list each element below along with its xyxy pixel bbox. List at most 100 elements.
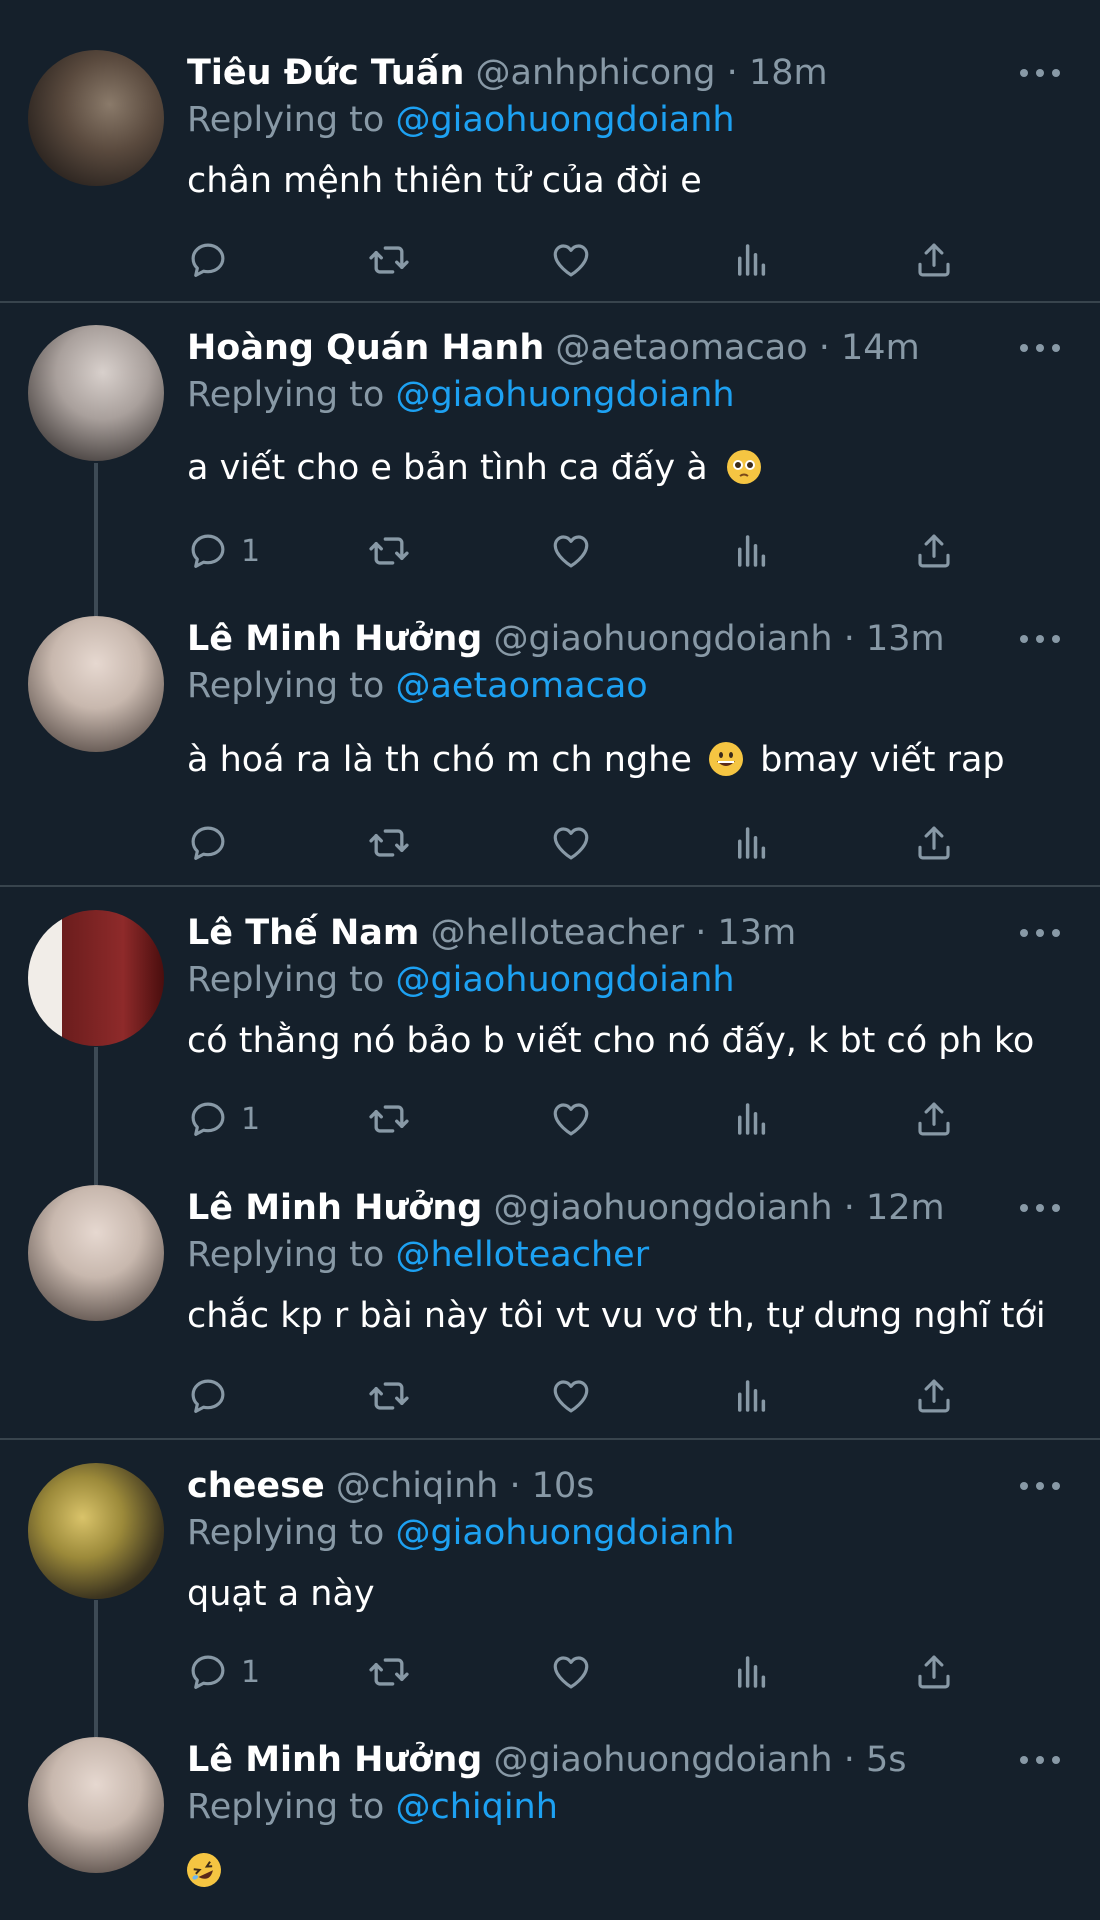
reply-mention-link[interactable]: @giaohuongdoianh bbox=[395, 1513, 734, 1553]
author-name[interactable]: Lê Minh Hưởng bbox=[187, 1740, 482, 1780]
timestamp[interactable]: 13m bbox=[866, 619, 945, 659]
like-button[interactable] bbox=[550, 1371, 592, 1421]
reply-button[interactable]: 1 bbox=[187, 1094, 260, 1144]
tweet[interactable]: Hoàng Quán Hanh @aetaomacao · 14m Replyi… bbox=[0, 303, 1100, 593]
more-icon[interactable] bbox=[1020, 51, 1060, 95]
analytics-button[interactable] bbox=[731, 1647, 773, 1697]
tweet[interactable]: cheese @chiqinh · 10s Replying to @giaoh… bbox=[0, 1440, 1100, 1716]
reply-button[interactable] bbox=[187, 1371, 241, 1421]
author-name[interactable]: Tiêu Đức Tuấn bbox=[187, 53, 464, 93]
avatar[interactable] bbox=[28, 1737, 164, 1873]
reply-button[interactable]: 1 bbox=[187, 1647, 260, 1697]
timestamp[interactable]: 13m bbox=[718, 913, 797, 953]
retweet-button[interactable] bbox=[367, 526, 411, 576]
analytics-button[interactable] bbox=[731, 1094, 773, 1144]
replying-to: Replying to @giaohuongdoianh bbox=[187, 98, 735, 142]
reply-mention-link[interactable]: @helloteacher bbox=[395, 1235, 649, 1275]
avatar[interactable] bbox=[28, 616, 164, 752]
heart-icon bbox=[550, 1375, 592, 1417]
reply-mention-link[interactable]: @aetaomacao bbox=[395, 666, 647, 706]
like-button[interactable] bbox=[550, 235, 592, 285]
tweet-header: Lê Minh Hưởng @giaohuongdoianh · 12m bbox=[187, 1186, 980, 1230]
analytics-button[interactable] bbox=[731, 1371, 773, 1421]
avatar[interactable] bbox=[28, 910, 164, 1046]
retweet-icon bbox=[367, 238, 411, 282]
analytics-button[interactable] bbox=[731, 818, 773, 868]
reply-count: 1 bbox=[241, 1654, 261, 1690]
share-button[interactable] bbox=[913, 818, 955, 868]
tweet[interactable]: Lê Minh Hưởng @giaohuongdoianh · 12m Rep… bbox=[0, 1165, 1100, 1438]
like-button[interactable] bbox=[550, 818, 592, 868]
more-icon[interactable] bbox=[1020, 1738, 1060, 1782]
analytics-button[interactable] bbox=[731, 235, 773, 285]
tweet-actions bbox=[187, 235, 967, 285]
author-handle[interactable]: @giaohuongdoianh bbox=[493, 1740, 832, 1780]
reply-mention-link[interactable]: @giaohuongdoianh bbox=[395, 100, 734, 140]
author-handle[interactable]: @helloteacher bbox=[430, 913, 684, 953]
reply-mention-link[interactable]: @chiqinh bbox=[395, 1787, 557, 1827]
share-icon bbox=[913, 239, 955, 281]
reply-mention-link[interactable]: @giaohuongdoianh bbox=[395, 960, 734, 1000]
heart-icon bbox=[550, 822, 592, 864]
like-button[interactable] bbox=[550, 1094, 592, 1144]
timestamp[interactable]: 18m bbox=[749, 53, 828, 93]
author-name[interactable]: Lê Thế Nam bbox=[187, 913, 419, 953]
tweet[interactable]: Lê Minh Hưởng @giaohuongdoianh · 5s Repl… bbox=[0, 1716, 1100, 1916]
retweet-button[interactable] bbox=[367, 818, 411, 868]
author-handle[interactable]: @anhphicong bbox=[476, 53, 716, 93]
author-name[interactable]: cheese bbox=[187, 1466, 325, 1506]
like-button[interactable] bbox=[550, 526, 592, 576]
reply-mention-link[interactable]: @giaohuongdoianh bbox=[395, 375, 734, 415]
tweet-header: Hoàng Quán Hanh @aetaomacao · 14m bbox=[187, 326, 980, 370]
share-icon bbox=[913, 530, 955, 572]
analytics-button[interactable] bbox=[731, 526, 773, 576]
analytics-icon bbox=[731, 530, 773, 572]
timestamp[interactable]: 5s bbox=[866, 1740, 907, 1780]
tweet[interactable]: Lê Minh Hưởng @giaohuongdoianh · 13m Rep… bbox=[0, 593, 1100, 885]
author-handle[interactable]: @aetaomacao bbox=[555, 328, 807, 368]
avatar[interactable] bbox=[28, 50, 164, 186]
retweet-button[interactable] bbox=[367, 1371, 411, 1421]
replying-to-label: Replying to bbox=[187, 1235, 385, 1275]
timestamp[interactable]: 10s bbox=[532, 1466, 595, 1506]
tweet-text: a viết cho e bản tình ca đấy à bbox=[187, 448, 708, 488]
tweet-actions: 1 bbox=[187, 526, 967, 576]
more-icon[interactable] bbox=[1020, 911, 1060, 955]
author-name[interactable]: Lê Minh Hưởng bbox=[187, 619, 482, 659]
reply-icon bbox=[187, 1375, 229, 1417]
share-button[interactable] bbox=[913, 1371, 955, 1421]
tweet[interactable]: Tiêu Đức Tuấn @anhphicong · 18m Replying… bbox=[0, 28, 1100, 301]
like-button[interactable] bbox=[550, 1647, 592, 1697]
reply-button[interactable]: 1 bbox=[187, 526, 260, 576]
more-icon[interactable] bbox=[1020, 1464, 1060, 1508]
author-handle[interactable]: @chiqinh bbox=[336, 1466, 498, 1506]
timestamp[interactable]: 12m bbox=[866, 1188, 945, 1228]
more-icon[interactable] bbox=[1020, 326, 1060, 370]
tweet-actions bbox=[187, 818, 967, 868]
author-name[interactable]: Hoàng Quán Hanh bbox=[187, 328, 544, 368]
share-button[interactable] bbox=[913, 235, 955, 285]
share-button[interactable] bbox=[913, 1647, 955, 1697]
avatar[interactable] bbox=[28, 1463, 164, 1599]
tweet-header: cheese @chiqinh · 10s bbox=[187, 1464, 980, 1508]
author-name[interactable]: Lê Minh Hưởng bbox=[187, 1188, 482, 1228]
reply-button[interactable] bbox=[187, 818, 241, 868]
retweet-button[interactable] bbox=[367, 1647, 411, 1697]
tweet-header: Lê Minh Hưởng @giaohuongdoianh · 5s bbox=[187, 1738, 980, 1782]
author-handle[interactable]: @giaohuongdoianh bbox=[493, 619, 832, 659]
reply-count: 1 bbox=[241, 1101, 261, 1137]
timestamp[interactable]: 14m bbox=[841, 328, 920, 368]
author-handle[interactable]: @giaohuongdoianh bbox=[493, 1188, 832, 1228]
retweet-button[interactable] bbox=[367, 1094, 411, 1144]
more-icon[interactable] bbox=[1020, 1186, 1060, 1230]
tweet-text: à hoá ra là th chó m ch nghe bbox=[187, 740, 692, 780]
more-icon[interactable] bbox=[1020, 617, 1060, 661]
retweet-button[interactable] bbox=[367, 235, 411, 285]
share-button[interactable] bbox=[913, 1094, 955, 1144]
share-button[interactable] bbox=[913, 526, 955, 576]
avatar[interactable] bbox=[28, 1185, 164, 1321]
analytics-icon bbox=[731, 1375, 773, 1417]
reply-button[interactable] bbox=[187, 235, 241, 285]
tweet[interactable]: Lê Thế Nam @helloteacher · 13m Replying … bbox=[0, 887, 1100, 1165]
avatar[interactable] bbox=[28, 325, 164, 461]
